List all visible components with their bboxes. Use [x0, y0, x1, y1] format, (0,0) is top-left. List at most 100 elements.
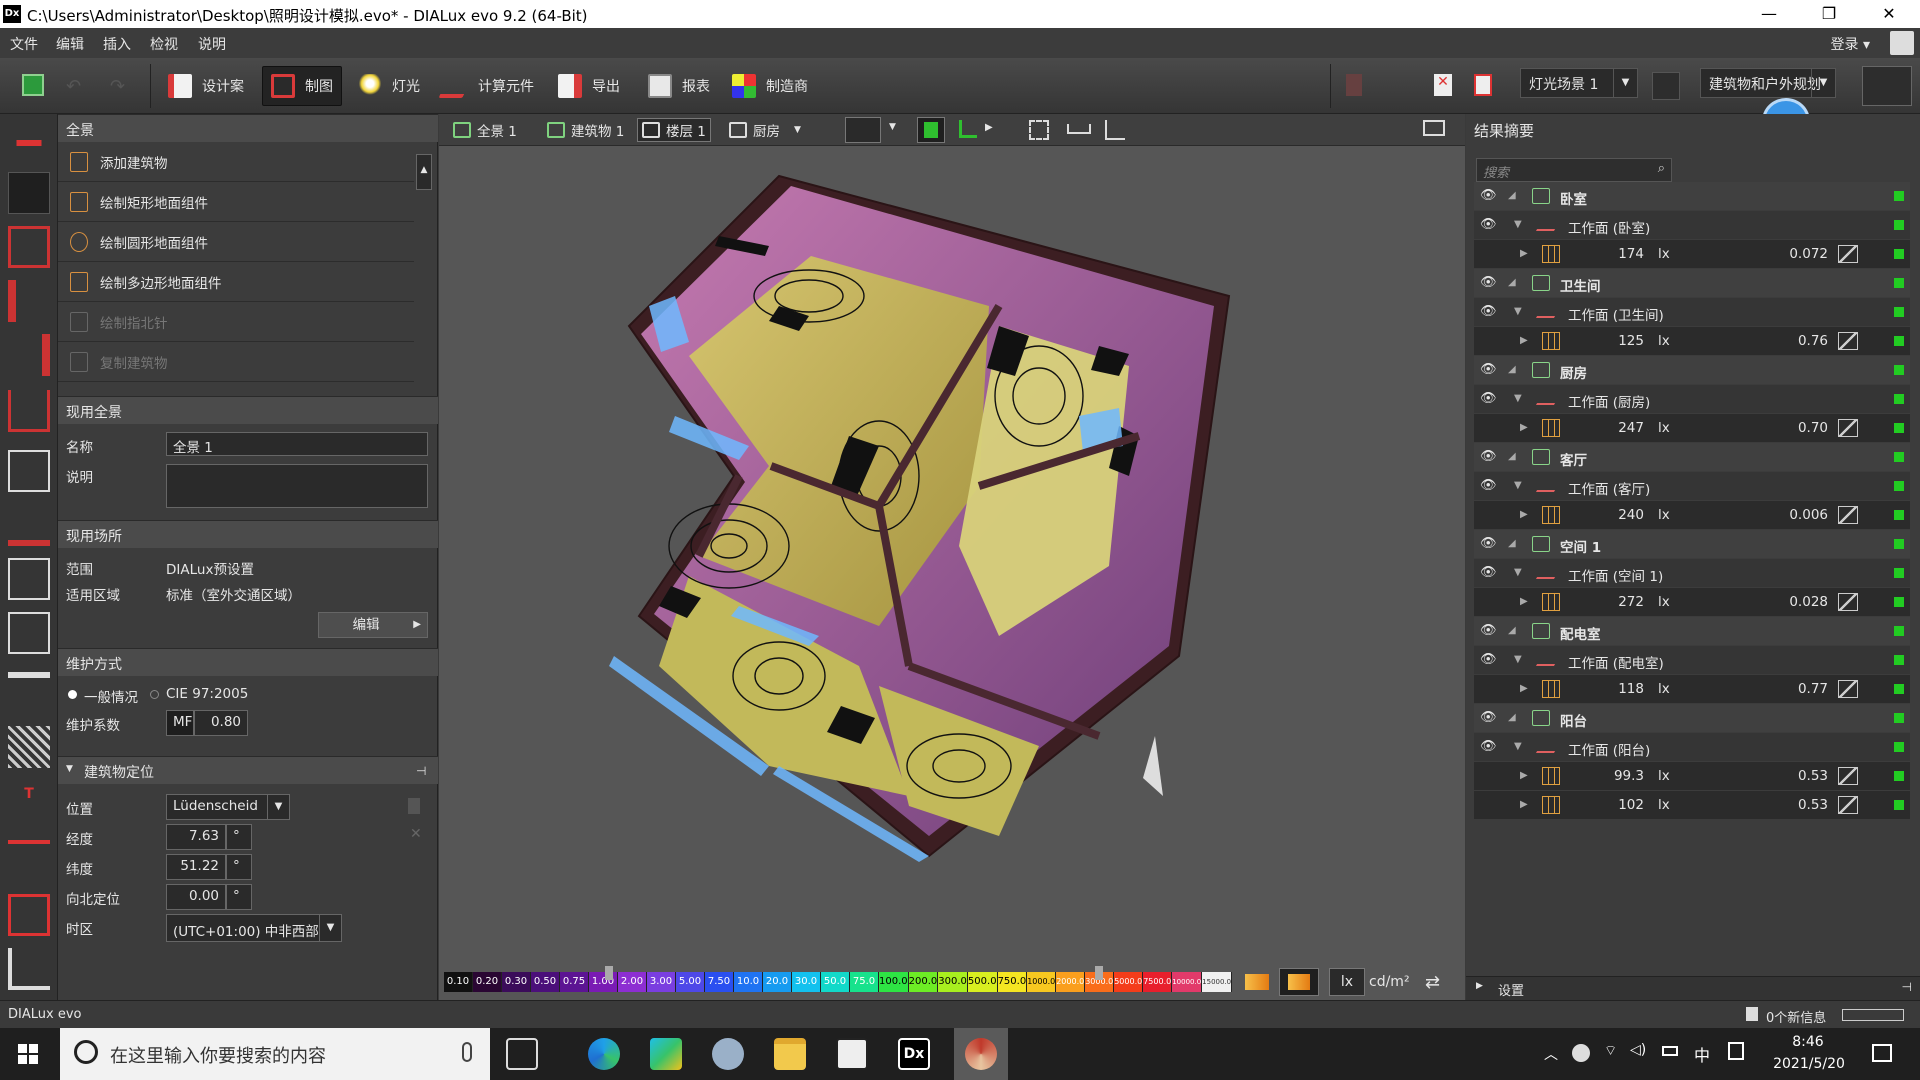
- result-workplane-row[interactable]: 👁 ▼ 工作面 (卫生间): [1474, 298, 1910, 326]
- chevron-right-icon[interactable]: ▶: [1520, 422, 1528, 433]
- expand-chevron-icon[interactable]: ▼: [1514, 306, 1522, 317]
- tab-light[interactable]: 灯光: [350, 66, 428, 106]
- tray-app-icon[interactable]: [1572, 1044, 1590, 1062]
- screenshot-app-icon[interactable]: [712, 1038, 744, 1070]
- chevron-right-icon[interactable]: ▶: [1520, 335, 1528, 346]
- results-search-input[interactable]: 搜索 ⌕: [1476, 158, 1672, 182]
- longitude-field[interactable]: 7.63: [166, 824, 226, 850]
- visibility-eye-icon[interactable]: 👁: [1480, 449, 1497, 464]
- expand-chevron-icon[interactable]: ◢: [1508, 538, 1516, 549]
- result-room-row[interactable]: 👁 ◢ 空间 1: [1474, 530, 1910, 558]
- solid-view-icon[interactable]: [917, 117, 945, 143]
- tab-export[interactable]: 导出: [550, 66, 628, 106]
- visibility-eye-icon[interactable]: 👁: [1480, 739, 1497, 754]
- planning-mode-select[interactable]: 建筑物和户外规划 ▼: [1700, 68, 1836, 98]
- expand-chevron-icon[interactable]: ▼: [1514, 480, 1522, 491]
- visibility-eye-icon[interactable]: 👁: [1480, 217, 1497, 232]
- windows-start-icon[interactable]: [18, 1044, 38, 1064]
- latitude-field[interactable]: 51.22: [166, 854, 226, 880]
- false-color-toggle-icon[interactable]: [1279, 968, 1319, 996]
- delete-all-icon[interactable]: [1474, 74, 1492, 96]
- result-room-row[interactable]: 👁 ◢ 阳台: [1474, 704, 1910, 732]
- isoline-icon[interactable]: [1838, 419, 1858, 437]
- result-value-row[interactable]: ▶ 118 lx 0.77: [1474, 675, 1910, 703]
- door-tool-icon[interactable]: [8, 450, 50, 492]
- expand-chevron-icon[interactable]: ◢: [1508, 451, 1516, 462]
- result-room-row[interactable]: 👁 ◢ 客厅: [1474, 443, 1910, 471]
- dialux-taskbar-icon[interactable]: Dx: [898, 1038, 930, 1070]
- cut-tool-icon[interactable]: [8, 840, 50, 882]
- redo-icon[interactable]: ↷: [110, 76, 125, 97]
- chevron-right-icon[interactable]: ▶: [985, 122, 993, 133]
- isoline-icon[interactable]: [1838, 332, 1858, 350]
- radio-general[interactable]: [68, 690, 77, 699]
- expand-chevron-icon[interactable]: ◢: [1508, 625, 1516, 636]
- active-app-highlight[interactable]: [954, 1028, 1008, 1080]
- floor-plan-icon[interactable]: [1862, 66, 1912, 106]
- expand-chevron-icon[interactable]: ▼: [1514, 741, 1522, 752]
- section-tool-icon[interactable]: [8, 894, 50, 936]
- chevron-right-icon[interactable]: ▶: [1520, 509, 1528, 520]
- draw-circle-ground-button[interactable]: 绘制圆形地面组件: [58, 222, 414, 262]
- collapse-icon[interactable]: ▼: [66, 764, 73, 774]
- roof-tool-icon[interactable]: [8, 504, 50, 546]
- login-button[interactable]: 登录 ▾: [1831, 34, 1870, 54]
- expand-chevron-icon[interactable]: ▼: [1514, 393, 1522, 404]
- monitor-icon[interactable]: [1423, 120, 1445, 136]
- stairs-tool-icon[interactable]: [8, 672, 50, 714]
- clock-date[interactable]: 2021/5/20: [1766, 1056, 1852, 1072]
- draw-polygon-ground-button[interactable]: 绘制多边形地面组件: [58, 262, 414, 302]
- result-room-row[interactable]: 👁 ◢ 卫生间: [1474, 269, 1910, 297]
- menu-edit[interactable]: 编辑: [56, 34, 84, 54]
- visibility-eye-icon[interactable]: 👁: [1480, 565, 1497, 580]
- expand-chevron-icon[interactable]: ▼: [1514, 654, 1522, 665]
- visibility-eye-icon[interactable]: 👁: [1480, 710, 1497, 725]
- breadcrumb-building[interactable]: 建筑物 1: [547, 118, 624, 142]
- file-explorer-icon[interactable]: [774, 1038, 806, 1070]
- keyboard-layout-icon[interactable]: [1728, 1042, 1744, 1060]
- menu-file[interactable]: 文件: [10, 34, 38, 54]
- chevron-right-icon[interactable]: ▶: [1520, 683, 1528, 694]
- result-workplane-row[interactable]: 👁 ▼ 工作面 (卧室): [1474, 211, 1910, 239]
- menu-help[interactable]: 说明: [198, 34, 226, 54]
- measure-tool-icon[interactable]: [8, 948, 50, 990]
- visibility-eye-icon[interactable]: 👁: [1480, 391, 1497, 406]
- visibility-eye-icon[interactable]: 👁: [1480, 275, 1497, 290]
- isoline-icon[interactable]: [1838, 767, 1858, 785]
- user-avatar-icon[interactable]: [1890, 31, 1914, 55]
- floor-tool-icon[interactable]: [8, 390, 50, 432]
- expand-chevron-icon[interactable]: ◢: [1508, 712, 1516, 723]
- timezone-select[interactable]: (UTC+01:00) 中非西部 ▼: [166, 914, 342, 942]
- edge-icon[interactable]: [588, 1038, 620, 1070]
- breadcrumb-room[interactable]: 厨房 ▼: [729, 118, 801, 142]
- volume-icon[interactable]: ◁): [1630, 1042, 1646, 1058]
- chevron-right-icon[interactable]: ▶: [1520, 799, 1528, 810]
- measure-icon[interactable]: [1067, 124, 1091, 134]
- color-scale-icon[interactable]: [1245, 974, 1269, 990]
- expand-chevron-icon[interactable]: ◢: [1508, 190, 1516, 201]
- window-tool-icon[interactable]: [8, 612, 50, 654]
- chevron-right-icon[interactable]: ▶: [1520, 248, 1528, 259]
- result-value-row[interactable]: ▶ 125 lx 0.76: [1474, 327, 1910, 355]
- scene-name-field[interactable]: 全景 1: [166, 432, 428, 456]
- result-value-row[interactable]: ▶ 102 lx 0.53: [1474, 791, 1910, 819]
- expand-chevron-icon[interactable]: ◢: [1508, 364, 1516, 375]
- unit-lx-button[interactable]: lx: [1329, 968, 1365, 996]
- menu-view[interactable]: 检视: [150, 34, 178, 54]
- result-workplane-row[interactable]: 👁 ▼ 工作面 (客厅): [1474, 472, 1910, 500]
- expand-chevron-icon[interactable]: ◢: [1508, 277, 1516, 288]
- result-value-row[interactable]: ▶ 99.3 lx 0.53: [1474, 762, 1910, 790]
- network-icon[interactable]: ⌔: [1604, 1042, 1617, 1060]
- axis-icon[interactable]: [959, 120, 977, 138]
- legend-min-slider[interactable]: [605, 966, 613, 980]
- building-tool-icon[interactable]: [8, 172, 50, 214]
- zoom-extents-icon[interactable]: [1029, 120, 1049, 140]
- result-room-row[interactable]: 👁 ◢ 厨房: [1474, 356, 1910, 384]
- undo-icon[interactable]: ↶: [66, 76, 81, 97]
- grid-snap-icon[interactable]: [845, 117, 881, 143]
- tab-calc-objects[interactable]: 计算元件: [436, 66, 542, 106]
- result-workplane-row[interactable]: 👁 ▼ 工作面 (配电室): [1474, 646, 1910, 674]
- breadcrumb-storey[interactable]: 楼层 1: [637, 118, 711, 142]
- notification-icon[interactable]: [1872, 1044, 1892, 1062]
- settings-bar[interactable]: ▶ 设置 ⊣: [1466, 976, 1920, 1000]
